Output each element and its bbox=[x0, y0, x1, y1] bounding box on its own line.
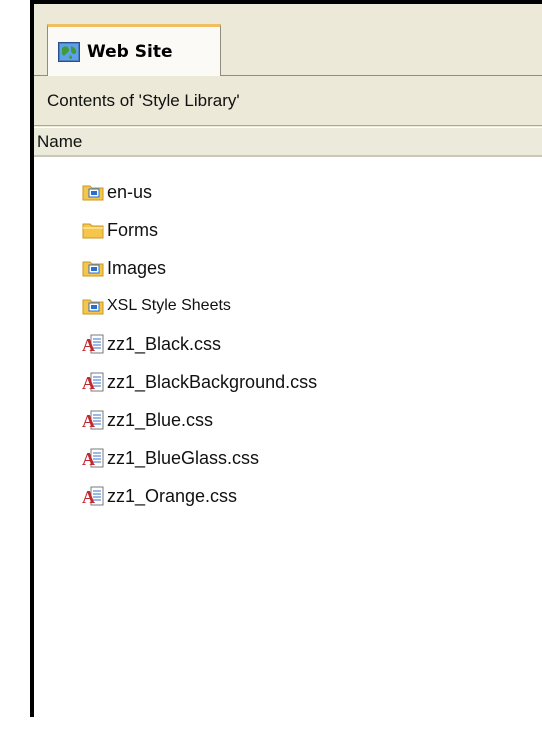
library-folder-icon bbox=[82, 182, 104, 202]
list-item[interactable]: A zz1_Blue.css bbox=[34, 401, 542, 439]
item-name: XSL Style Sheets bbox=[107, 297, 231, 314]
svg-text:A: A bbox=[82, 411, 95, 430]
svg-text:A: A bbox=[82, 373, 95, 392]
file-list: en-us Forms Images XSL Style Sheets A zz… bbox=[34, 157, 542, 717]
item-name: Forms bbox=[107, 219, 158, 240]
item-name: en-us bbox=[107, 181, 153, 202]
list-item[interactable]: A zz1_BlackBackground.css bbox=[34, 363, 542, 401]
svg-text:A: A bbox=[82, 335, 95, 354]
item-name: zz1_Black.css bbox=[107, 333, 222, 354]
tab-web-site[interactable]: Web Site bbox=[47, 24, 221, 77]
item-name: Images bbox=[107, 257, 167, 278]
list-item[interactable]: XSL Style Sheets bbox=[34, 287, 542, 325]
svg-text:A: A bbox=[82, 449, 95, 468]
list-item[interactable]: en-us bbox=[34, 173, 542, 211]
folder-title: Contents of 'Style Library' bbox=[34, 76, 542, 126]
css-file-icon: A bbox=[82, 410, 104, 431]
list-item[interactable]: A zz1_Black.css bbox=[34, 325, 542, 363]
svg-text:A: A bbox=[82, 487, 95, 506]
css-file-icon: A bbox=[82, 372, 104, 393]
item-name: zz1_BlackBackground.css bbox=[107, 371, 318, 392]
list-item[interactable]: A zz1_Orange.css bbox=[34, 477, 542, 515]
list-item[interactable]: Images bbox=[34, 249, 542, 287]
list-item[interactable]: A zz1_BlueGlass.css bbox=[34, 439, 542, 477]
column-header-name[interactable]: Name bbox=[34, 127, 542, 157]
css-file-icon: A bbox=[82, 334, 104, 355]
tab-label: Web Site bbox=[87, 42, 173, 62]
library-folder-icon bbox=[82, 258, 104, 278]
library-folder-icon bbox=[82, 296, 104, 316]
list-item[interactable]: Forms bbox=[34, 211, 542, 249]
item-name: zz1_Orange.css bbox=[107, 485, 238, 506]
item-name: zz1_BlueGlass.css bbox=[107, 447, 260, 468]
css-file-icon: A bbox=[82, 486, 104, 507]
explorer-window: Web Site Contents of 'Style Library' Nam… bbox=[30, 0, 542, 717]
folder-icon bbox=[82, 220, 104, 240]
item-name: zz1_Blue.css bbox=[107, 409, 214, 430]
globe-icon bbox=[58, 42, 80, 62]
css-file-icon: A bbox=[82, 448, 104, 469]
tab-strip: Web Site bbox=[34, 4, 542, 77]
